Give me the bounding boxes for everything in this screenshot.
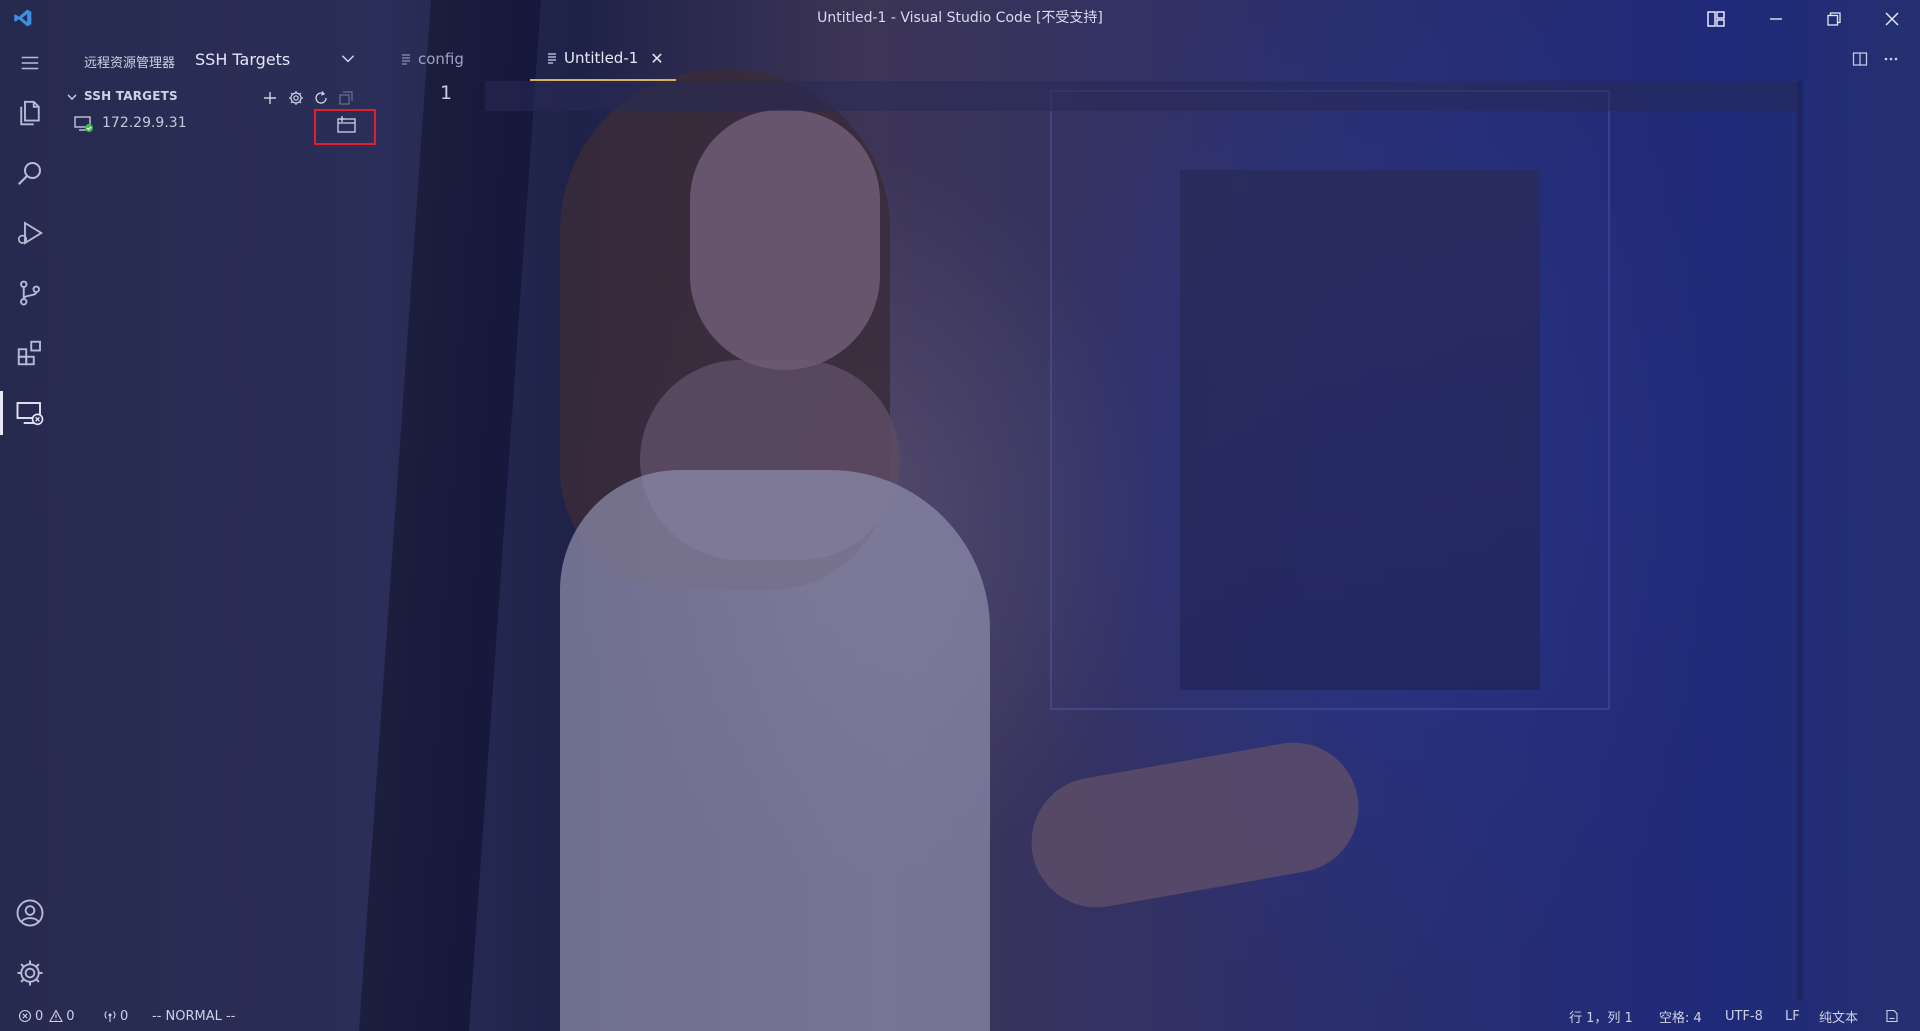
error-icon (18, 1009, 32, 1023)
remote-explorer-sidebar: 远程资源管理器 SSH Targets SSH TARGETS 172.29.9… (60, 37, 378, 1001)
remote-explorer-icon[interactable] (0, 387, 60, 439)
close-icon[interactable] (1864, 0, 1920, 37)
tab-config[interactable]: config (400, 37, 464, 81)
chevron-down-icon[interactable] (66, 91, 78, 103)
tab-label: Untitled-1 (564, 49, 639, 67)
ports-count: 0 (120, 1008, 129, 1024)
run-debug-icon[interactable] (0, 207, 60, 259)
minimize-icon[interactable] (1748, 0, 1804, 37)
menu-icon[interactable] (0, 37, 60, 89)
source-control-icon[interactable] (0, 267, 60, 319)
end-of-line[interactable]: LF (1785, 1007, 1800, 1025)
add-icon[interactable] (259, 87, 281, 109)
refresh-icon[interactable] (310, 87, 332, 109)
scrollbar-track[interactable] (1797, 81, 1803, 1001)
current-line-highlight (485, 81, 1797, 111)
tab-label: config (418, 50, 464, 68)
title-bar: Untitled-1 - Visual Studio Code [不受支持] (0, 0, 1920, 37)
search-icon[interactable] (0, 147, 60, 199)
ssh-host-label: 172.29.9.31 (102, 115, 187, 131)
layout-icon[interactable] (1688, 0, 1744, 37)
notifications-icon[interactable] (1885, 1007, 1902, 1025)
ports-indicator[interactable]: 0 (103, 1007, 128, 1025)
restore-icon[interactable] (1806, 0, 1862, 37)
warning-count: 0 (66, 1008, 75, 1024)
ssh-host-item[interactable]: 172.29.9.31 (60, 109, 378, 145)
collapse-all-icon[interactable] (335, 87, 357, 109)
sidebar-title: 远程资源管理器 (84, 56, 176, 71)
remote-monitor-connected-icon (74, 116, 93, 132)
more-actions-icon[interactable] (1876, 37, 1906, 81)
tab-close-icon[interactable]: ✕ (650, 49, 663, 68)
chevron-down-icon[interactable] (339, 49, 357, 67)
file-lines-icon (548, 53, 556, 64)
tab-untitled-1[interactable]: Untitled-1 ✕ (530, 37, 676, 81)
file-lines-icon (402, 54, 410, 65)
cursor-position[interactable]: 行 1，列 1 (1569, 1007, 1633, 1026)
extensions-icon[interactable] (0, 327, 60, 379)
window-title: Untitled-1 - Visual Studio Code [不受支持] (817, 10, 1103, 26)
sidebar-header: 远程资源管理器 SSH Targets (60, 37, 378, 83)
manage-gear-icon[interactable] (0, 947, 60, 999)
line-number: 1 (440, 82, 453, 104)
open-in-new-window-icon[interactable] (336, 115, 358, 135)
status-bar: 0 0 0 -- NORMAL -- 行 1，列 1 空格: 4 UTF-8 L… (0, 1001, 1920, 1031)
remote-type-select[interactable]: SSH Targets (195, 50, 290, 69)
warning-icon (49, 1009, 64, 1023)
error-count: 0 (35, 1008, 44, 1024)
file-encoding[interactable]: UTF-8 (1725, 1007, 1763, 1025)
activity-bar (0, 37, 60, 1001)
settings-gear-icon[interactable] (285, 87, 307, 109)
split-editor-icon[interactable] (1845, 37, 1875, 81)
accounts-icon[interactable] (0, 887, 60, 939)
language-mode[interactable]: 纯文本 (1819, 1007, 1858, 1026)
problems-indicator[interactable]: 0 0 (18, 1007, 75, 1025)
broadcast-icon (104, 1011, 116, 1022)
editor-tab-bar: config Untitled-1 ✕ (378, 37, 1920, 81)
explorer-icon[interactable] (0, 87, 60, 139)
indentation[interactable]: 空格: 4 (1659, 1007, 1702, 1026)
vim-mode: -- NORMAL -- (152, 1008, 236, 1024)
ssh-targets-section-header[interactable]: SSH TARGETS (60, 83, 378, 111)
section-title: SSH TARGETS (84, 89, 178, 103)
